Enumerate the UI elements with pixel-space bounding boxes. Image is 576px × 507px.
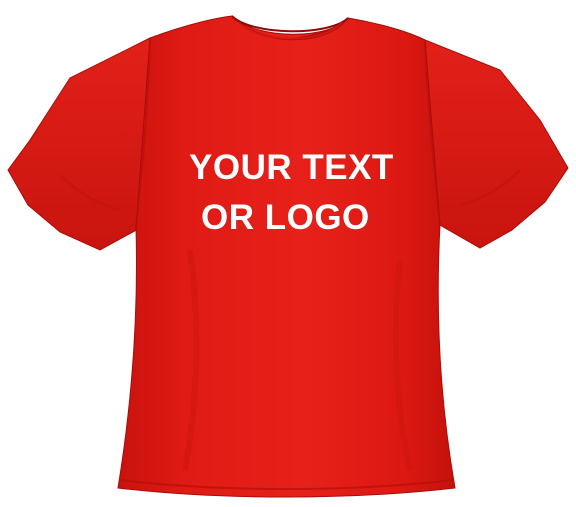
left-sleeve — [7, 37, 151, 251]
print-line-2: OR LOGO — [201, 198, 370, 237]
print-line-1: YOUR TEXT — [189, 148, 394, 187]
right-sleeve — [424, 39, 569, 249]
shirt-print-text: YOUR TEXT OR LOGO — [189, 143, 394, 243]
tshirt-graphic — [7, 15, 569, 498]
product-image: YOUR TEXT OR LOGO — [0, 0, 576, 507]
